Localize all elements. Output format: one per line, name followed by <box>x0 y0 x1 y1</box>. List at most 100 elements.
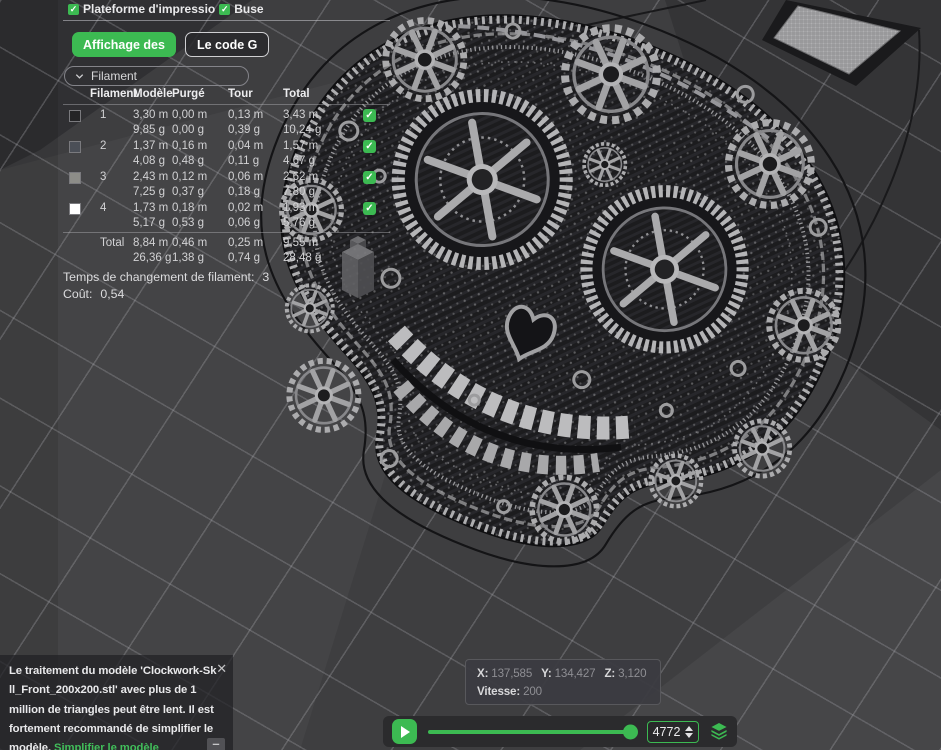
toast-text-line: fortement recommandé de simplifier le <box>9 722 214 735</box>
header-purge: Purgé <box>172 88 205 100</box>
toast-text-line: modèle. Simplifier le modèle <box>9 739 224 750</box>
chevron-down-icon <box>75 73 84 79</box>
z-readout: Z: 3,120 <box>604 667 646 680</box>
dropdown-label: Filament <box>91 69 138 83</box>
close-icon[interactable]: ✕ <box>216 659 227 678</box>
usage-cell: 0,13 m 0,39 g <box>228 109 264 136</box>
usage-cell-total: 8,84 m 26,36 g <box>133 237 172 264</box>
view-option-label: Buse <box>234 2 264 16</box>
layer-playbar: 4772 <box>383 716 737 747</box>
usage-cell: 0,12 m 0,37 g <box>172 171 208 198</box>
filament-visibility-checkbox[interactable]: ✓ <box>363 202 376 215</box>
layer-number-value: 4772 <box>652 724 681 739</box>
coord-value: 137,585 <box>491 667 533 680</box>
minimize-button[interactable]: – <box>207 737 225 750</box>
position-tooltip: X: 137,585 Y: 134,427 Z: 3,120 Vitesse: 200 <box>465 659 661 705</box>
coord-value: 134,427 <box>554 667 596 680</box>
usage-cell: 1,37 m 4,08 g <box>133 140 169 167</box>
tab-gcode[interactable]: Le code G <box>184 32 270 57</box>
usage-cell: 0,16 m 0,48 g <box>172 140 208 167</box>
usage-cell: 1,57 m 4,67 g <box>283 140 319 167</box>
filament-changes-value: 3 <box>262 270 270 284</box>
usage-cell: 0,02 m 0,06 g <box>228 202 264 229</box>
filament-visibility-checkbox[interactable]: ✓ <box>363 171 376 184</box>
checkbox-checked-icon[interactable]: ✓ <box>219 3 231 15</box>
total-label: Total <box>100 237 125 249</box>
filament-id: 4 <box>100 202 107 214</box>
filament-color-swatch <box>69 203 81 215</box>
toast-text: modèle. <box>9 742 55 750</box>
table-total-row: Total 8,84 m 26,36 g 0,46 m 1,38 g 0,25 m 0,74… <box>63 236 390 265</box>
tab-preview[interactable]: Affichage des <box>72 32 176 57</box>
prime-tower <box>762 0 921 86</box>
filament-id: 3 <box>100 171 107 183</box>
print-stats: Temps de changement de filament: 3 Coût:… <box>63 270 390 301</box>
stepper-up-icon[interactable] <box>685 725 694 731</box>
filament-color-swatch <box>69 172 81 184</box>
header-total: Total <box>283 88 310 100</box>
speed-label: Vitesse: <box>477 685 521 698</box>
filament-id: 2 <box>100 140 107 152</box>
filament-row-1: 1 3,30 m 9,85 g 0,00 m 0,00 g 0,13 m 0,39 g 3,4… <box>63 108 390 137</box>
filament-visibility-checkbox[interactable]: ✓ <box>363 109 376 122</box>
header-filament: Filament <box>90 88 138 100</box>
layer-number-input[interactable]: 4772 <box>647 720 699 743</box>
layer-stepper <box>685 725 694 738</box>
x-readout: X: 137,585 <box>477 667 532 680</box>
usage-cell: 2,62 m 7,80 g <box>283 171 319 198</box>
header-modele: Modèle <box>133 88 173 100</box>
header-tour: Tour <box>228 88 253 100</box>
usage-cell: 1,73 m 5,17 g <box>133 202 169 229</box>
toast-text-line: ll_Front_200x200.stl' avec plus de 1 <box>9 684 197 697</box>
view-option-label: Plateforme d'impressio <box>83 2 216 16</box>
filament-row-2: 2 1,37 m 4,08 g 0,16 m 0,48 g 0,04 m 0,11 g 1,5… <box>63 139 390 168</box>
stepper-down-icon[interactable] <box>685 732 694 738</box>
usage-cell: 3,43 m 10,24 g <box>283 109 322 136</box>
view-options-row: ✓ Plateforme d'impressio ✓ Buse <box>68 2 264 16</box>
usage-cell: 0,04 m 0,11 g <box>228 140 264 167</box>
usage-cell-total: 0,46 m 1,38 g <box>172 237 208 264</box>
filament-id: 1 <box>100 109 107 121</box>
filament-usage-table: Filament Modèle Purgé Tour Total 1 3,30 m… <box>63 88 390 301</box>
toast-text-line: million de triangles peut être lent. Il … <box>9 703 214 716</box>
coord-label: Z: <box>604 667 616 680</box>
layers-icon[interactable] <box>710 723 728 740</box>
y-readout: Y: 134,427 <box>541 667 595 680</box>
play-icon <box>401 725 410 738</box>
usage-cell-total: 0,25 m 0,74 g <box>228 237 264 264</box>
timeline-slider[interactable] <box>428 724 638 739</box>
usage-cell: 0,18 m 0,53 g <box>172 202 208 229</box>
table-header-row: Filament Modèle Purgé Tour Total <box>63 88 390 102</box>
simplify-model-link[interactable]: Simplifier le modèle <box>54 742 159 750</box>
usage-cell: 3,30 m 9,85 g <box>133 109 169 136</box>
slider-handle[interactable] <box>623 724 638 739</box>
coord-value: 3,120 <box>618 667 647 680</box>
usage-cell-total: 9,55 m 28,48 g <box>283 237 322 264</box>
usage-cell: 0,00 m 0,00 g <box>172 109 208 136</box>
slicer-preview-window: ✓ Plateforme d'impressio ✓ Buse Affichage d… <box>0 0 941 750</box>
toast-text-line: Le traitement du modèle 'Clockwork-Sk <box>9 665 217 677</box>
filament-row-4: 4 1,73 m 5,17 g 0,18 m 0,53 g 0,02 m 0,06 g 1,9… <box>63 201 390 230</box>
divider <box>63 20 390 21</box>
filament-color-swatch <box>69 110 81 122</box>
warning-toast: Le traitement du modèle 'Clockwork-Sk ll_… <box>0 655 233 750</box>
usage-cell: 0,06 m 0,18 g <box>228 171 264 198</box>
speed-readout: Vitesse: 200 <box>477 685 542 698</box>
cost-label: Coût: <box>63 287 93 301</box>
view-option-platform[interactable]: ✓ Plateforme d'impressio <box>68 2 215 16</box>
view-option-nozzle[interactable]: ✓ Buse <box>219 2 264 16</box>
speed-value: 200 <box>523 685 542 698</box>
coord-label: Y: <box>541 667 552 680</box>
coord-label: X: <box>477 667 489 680</box>
filament-changes-label: Temps de changement de filament: <box>63 270 255 284</box>
usage-cell: 2,43 m 7,25 g <box>133 171 169 198</box>
play-button[interactable] <box>392 719 417 744</box>
usage-cell: 1,93 m 5,76 g <box>283 202 319 229</box>
filament-visibility-checkbox[interactable]: ✓ <box>363 140 376 153</box>
cost-value: 0,54 <box>100 287 125 301</box>
filament-filter-dropdown[interactable]: Filament <box>64 66 249 86</box>
checkbox-checked-icon[interactable]: ✓ <box>68 3 79 15</box>
divider <box>63 232 390 233</box>
filament-color-swatch <box>69 141 81 153</box>
filament-row-3: 3 2,43 m 7,25 g 0,12 m 0,37 g 0,06 m 0,18 g 2,6… <box>63 170 390 199</box>
